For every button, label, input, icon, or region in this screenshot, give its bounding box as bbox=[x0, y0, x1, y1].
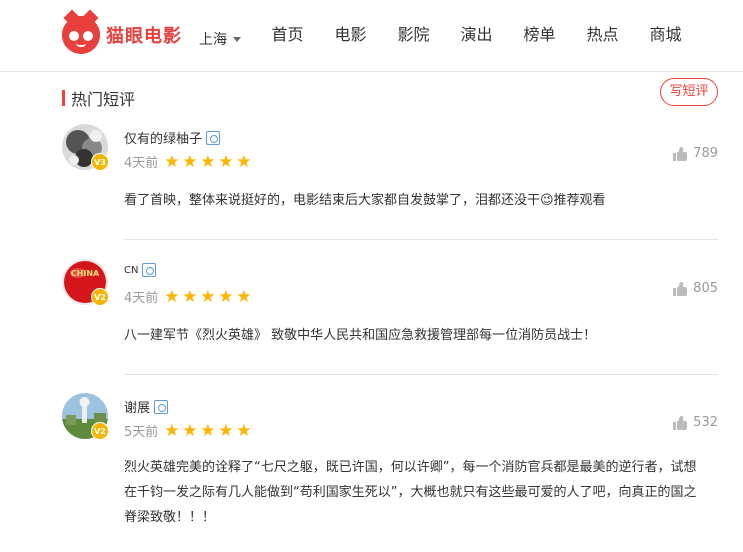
star-icon: ★ bbox=[200, 420, 216, 441]
comment-item: V3 仅有的绿柚子 4天前 ★ ★ ★ ★ ★ 789 看了首映，整体来说挺好的… bbox=[62, 124, 718, 240]
comment-line: 烈火英雄完美的诠释了“七尺之躯，既已许国，何以许卿”，每一个消防官兵都是最美的逆… bbox=[124, 460, 697, 475]
top-header: 猫眼电影 上海 首页 电影 影院 演出 榜单 热点 商城 bbox=[0, 0, 743, 72]
star-icon: ★ bbox=[200, 151, 216, 172]
nav-item-movies[interactable]: 电影 bbox=[319, 22, 382, 48]
city-label: 上海 bbox=[199, 32, 227, 48]
star-icon: ★ bbox=[218, 420, 234, 441]
vip-badge-icon bbox=[206, 130, 221, 145]
comment-line: 八一建军节《烈火英雄》 致敬中华人民共和国应急救援管理部每一位消防员战士！ bbox=[124, 328, 597, 343]
write-review-button[interactable]: 写短评 bbox=[660, 78, 718, 106]
like-count: 805 bbox=[693, 281, 718, 296]
star-icon: ★ bbox=[182, 151, 198, 172]
nav-item-shows[interactable]: 演出 bbox=[445, 22, 508, 48]
like-count: 789 bbox=[693, 146, 718, 161]
star-rating: ★ ★ ★ ★ ★ bbox=[164, 151, 254, 172]
star-icon: ★ bbox=[236, 151, 252, 172]
comment-time: 5天前 bbox=[124, 425, 159, 440]
username[interactable]: 仅有的绿柚子 bbox=[124, 128, 202, 147]
like-count: 532 bbox=[693, 415, 718, 430]
username[interactable]: CN bbox=[124, 265, 138, 276]
city-selector[interactable]: 上海 bbox=[199, 29, 241, 49]
like-button[interactable]: 532 bbox=[673, 415, 718, 430]
section-title: 热门短评 bbox=[71, 90, 136, 109]
nav-item-hot[interactable]: 热点 bbox=[571, 22, 634, 48]
user-level-badge: V2 bbox=[91, 422, 109, 440]
star-icon: ★ bbox=[236, 286, 252, 307]
comment-item: V2 谢展 5天前 ★ ★ ★ ★ ★ 532 烈火英雄完美的诠释了“七尺之躯，… bbox=[62, 393, 718, 552]
star-rating: ★ ★ ★ ★ ★ bbox=[164, 420, 254, 441]
star-icon: ★ bbox=[164, 151, 180, 172]
divider bbox=[124, 239, 718, 240]
star-icon: ★ bbox=[164, 420, 180, 441]
comment-line: 看了首映，整体来说挺好的，电影结束后大家都自发鼓掌了，泪都还没干😉推荐观看 bbox=[124, 193, 606, 208]
brand-logo[interactable]: 猫眼电影 bbox=[62, 9, 182, 54]
brand-name: 猫眼电影 bbox=[106, 26, 182, 47]
comment-text: 烈火英雄完美的诠释了“七尺之躯，既已许国，何以许卿”，每一个消防官兵都是最美的逆… bbox=[124, 455, 696, 530]
section-accent-bar bbox=[62, 90, 65, 106]
star-icon: ★ bbox=[236, 420, 252, 441]
comment-text: 八一建军节《烈火英雄》 致敬中华人民共和国应急救援管理部每一位消防员战士！ bbox=[124, 323, 596, 348]
main-nav: 首页 电影 影院 演出 榜单 热点 商城 bbox=[256, 22, 697, 48]
comment-time: 4天前 bbox=[124, 291, 159, 306]
comment-text: 看了首映，整体来说挺好的，电影结束后大家都自发鼓掌了，泪都还没干😉推荐观看 bbox=[124, 188, 606, 213]
vip-badge-icon bbox=[142, 263, 157, 277]
thumbs-up-icon bbox=[673, 415, 688, 430]
avatar-label: CHINA bbox=[71, 269, 100, 278]
username[interactable]: 谢展 bbox=[124, 397, 150, 416]
thumbs-up-icon bbox=[673, 146, 688, 161]
star-icon: ★ bbox=[218, 286, 234, 307]
nav-item-cinemas[interactable]: 影院 bbox=[382, 22, 445, 48]
divider bbox=[124, 374, 718, 375]
user-level-badge: V3 bbox=[91, 153, 109, 171]
comment-item: CHINA V2 CN 4天前 ★ ★ ★ ★ ★ 805 八一建军节《烈火英雄… bbox=[62, 259, 718, 375]
like-button[interactable]: 789 bbox=[673, 146, 718, 161]
nav-item-mall[interactable]: 商城 bbox=[634, 22, 697, 48]
comment-line: 在千钧一发之际有几人能做到“苟利国家生死以”，大概也就只有这些最可爱的人了吧，向… bbox=[124, 485, 697, 500]
nav-item-rankings[interactable]: 榜单 bbox=[508, 22, 571, 48]
user-level-badge: V2 bbox=[91, 288, 109, 306]
comment-time: 4天前 bbox=[124, 156, 159, 171]
comment-line: 脊梁致敬！！！ bbox=[124, 510, 216, 525]
star-icon: ★ bbox=[164, 286, 180, 307]
star-icon: ★ bbox=[182, 420, 198, 441]
like-button[interactable]: 805 bbox=[673, 281, 718, 296]
nav-item-home[interactable]: 首页 bbox=[256, 22, 319, 48]
star-icon: ★ bbox=[182, 286, 198, 307]
star-rating: ★ ★ ★ ★ ★ bbox=[164, 286, 254, 307]
cat-logo-icon bbox=[62, 9, 100, 54]
star-icon: ★ bbox=[218, 151, 234, 172]
chevron-down-icon bbox=[233, 36, 241, 42]
vip-badge-icon bbox=[154, 399, 169, 414]
section-header: 热门短评 bbox=[62, 86, 135, 110]
thumbs-up-icon bbox=[673, 281, 688, 296]
star-icon: ★ bbox=[200, 286, 216, 307]
